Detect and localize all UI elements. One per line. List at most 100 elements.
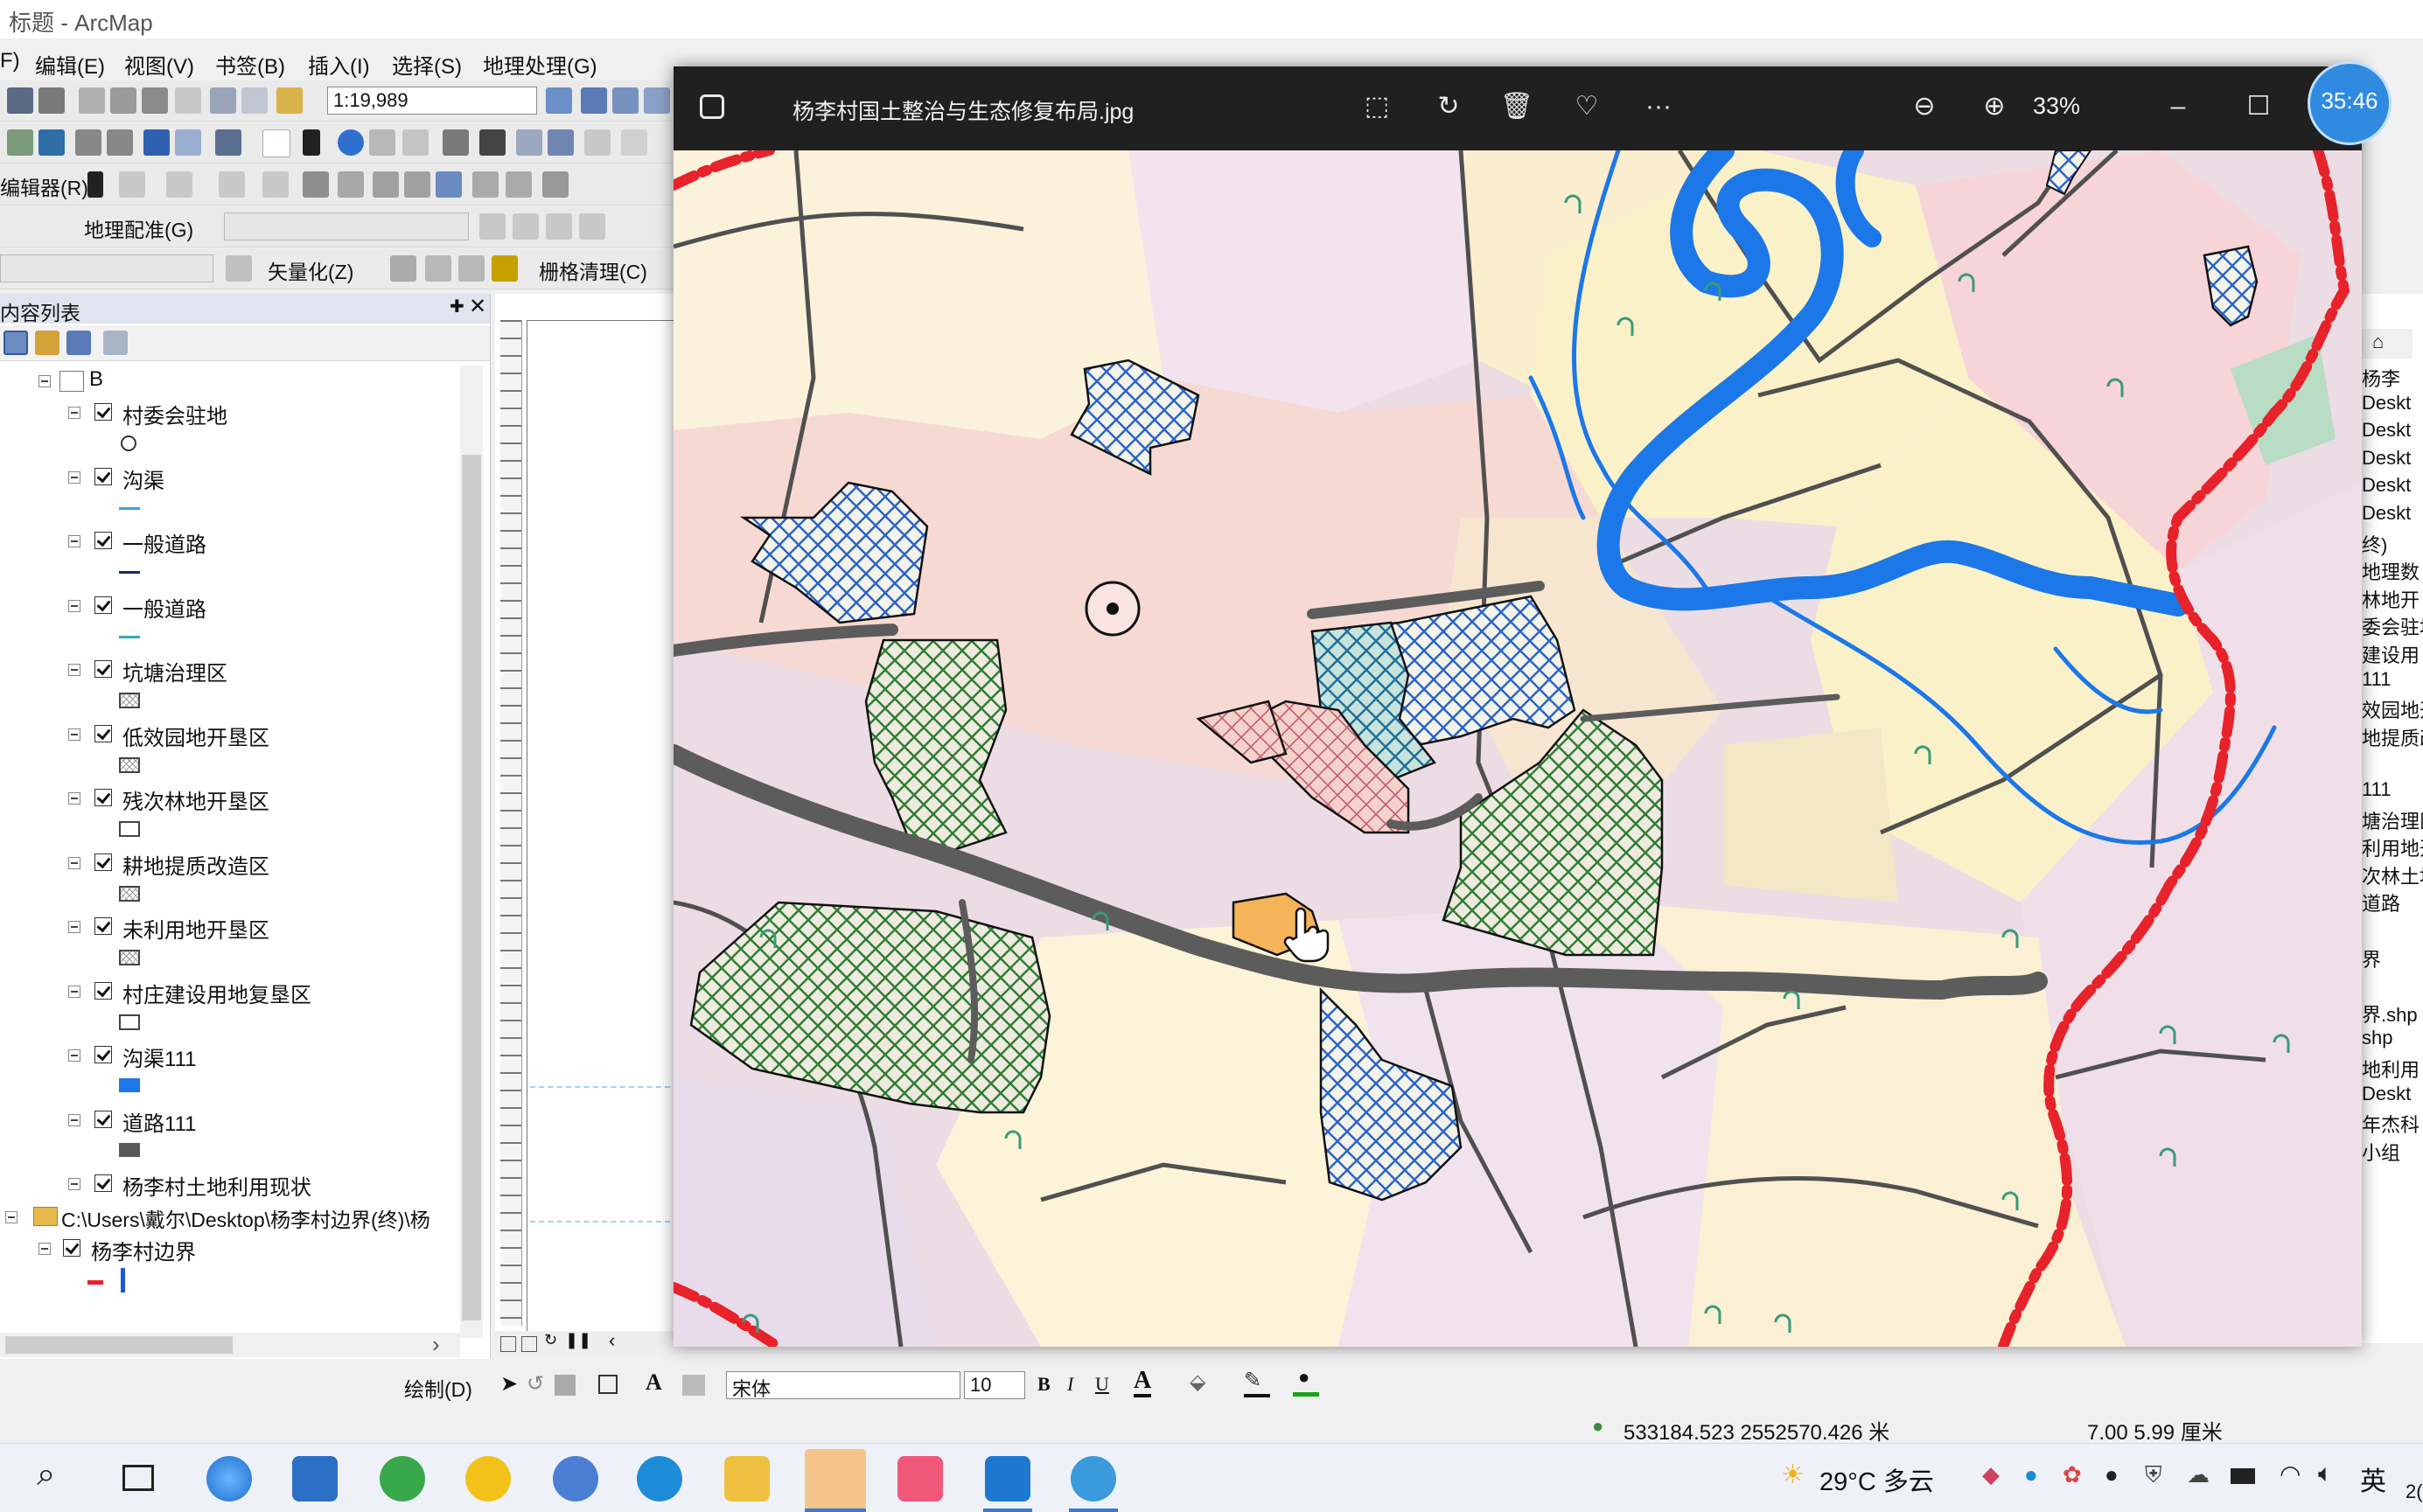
tray-icon[interactable]: ✿ (2063, 1461, 2082, 1488)
globe-icon[interactable] (38, 129, 65, 156)
rotate-element-icon[interactable]: ↺ (527, 1371, 544, 1397)
arcmap-icon[interactable] (1071, 1456, 1116, 1502)
layer-visibility-checkbox[interactable] (94, 917, 112, 935)
line-select-icon[interactable] (425, 255, 451, 282)
catalog-item[interactable]: shp (2362, 1027, 2392, 1049)
shield-icon[interactable]: ⛨ (2145, 1461, 2162, 1489)
refresh-icon[interactable]: ↻ (544, 1331, 557, 1349)
layer-visibility-checkbox[interactable] (94, 724, 112, 742)
search-icon[interactable]: ⌕ (37, 1456, 55, 1494)
maximize-icon[interactable]: ☐ (2239, 87, 2278, 126)
toc-layer[interactable]: 沟渠 (0, 462, 472, 493)
expand-toggle[interactable] (68, 1178, 80, 1190)
scroll-left-icon[interactable]: ‹ (609, 1329, 615, 1352)
html-popup-icon[interactable] (369, 129, 395, 156)
tray-icon[interactable]: ● (2024, 1461, 2038, 1488)
catalog-item[interactable]: 地提质改 (2362, 723, 2423, 751)
catalog-item[interactable]: 杨李 (2362, 364, 2400, 392)
select-features-icon[interactable] (215, 129, 241, 156)
catalog-item[interactable]: Deskt (2362, 1083, 2411, 1105)
raster-paint-icon[interactable] (492, 255, 518, 282)
toc-scroll-thumb[interactable] (462, 455, 481, 1320)
collapse-toggle[interactable] (68, 599, 80, 612)
pencil-icon[interactable] (458, 255, 485, 282)
collapse-toggle[interactable] (68, 1113, 80, 1126)
collapse-toggle[interactable] (68, 1049, 80, 1062)
layer-visibility-checkbox[interactable] (94, 789, 112, 806)
straight-segment-icon[interactable] (166, 171, 192, 198)
split-icon[interactable] (404, 171, 430, 198)
rotate-tool-icon[interactable] (436, 171, 462, 198)
catalog-item[interactable]: 111 (2362, 668, 2391, 691)
trace-icon[interactable] (219, 171, 245, 198)
rectangle-icon[interactable] (598, 1375, 618, 1394)
link-table-icon[interactable] (579, 213, 605, 240)
font-size-combo[interactable]: 10 (964, 1371, 1025, 1399)
collapse-toggle[interactable] (68, 470, 80, 484)
pause-icon[interactable]: ❚❚ (565, 1331, 591, 1349)
toc-group-b[interactable]: B (0, 366, 472, 397)
layer-visibility-checkbox[interactable] (63, 1239, 80, 1257)
toc-layer-boundary[interactable]: 杨李村边界 (0, 1233, 472, 1265)
edit-annotation-icon[interactable] (119, 171, 145, 198)
toc-horizontal-scrollbar[interactable]: › (0, 1331, 460, 1357)
layer-visibility-checkbox[interactable] (94, 532, 112, 549)
delete-tool-icon[interactable] (175, 87, 201, 114)
bilibili-icon[interactable] (897, 1456, 943, 1502)
catalog-item[interactable]: 地理数 (2362, 557, 2420, 585)
print-icon[interactable] (38, 87, 65, 114)
clear-selection-icon[interactable] (262, 129, 290, 157)
zoom-out-icon[interactable]: ⊖ (1905, 87, 1944, 126)
collapse-toggle[interactable] (68, 985, 80, 998)
menu-edit[interactable]: 编辑(E) (35, 49, 105, 80)
ime-indicator[interactable]: 英 (2360, 1460, 2386, 1498)
toc-layer[interactable]: 耕地提质改造区 (0, 847, 472, 879)
toc-layer[interactable]: 村庄建设用地复垦区 (0, 976, 472, 1007)
layer-visibility-checkbox[interactable] (94, 1110, 112, 1128)
editor-toolbar-icon[interactable] (546, 87, 572, 114)
add-data-icon[interactable] (276, 87, 303, 114)
collapse-toggle[interactable] (68, 856, 80, 869)
tray-icon[interactable]: ● (2105, 1461, 2119, 1488)
reshape-icon[interactable] (338, 171, 364, 198)
georeferencing-menu[interactable]: 地理配准(G) (84, 213, 193, 243)
save-icon[interactable] (7, 87, 33, 114)
catalog-item[interactable]: 林地开 (2362, 585, 2420, 613)
catalog-icon[interactable] (612, 87, 639, 114)
collapse-toggle[interactable] (5, 1211, 17, 1223)
catalog-item[interactable]: 年杰科 (2362, 1110, 2420, 1138)
collapse-toggle[interactable] (38, 1243, 51, 1255)
toc-layer[interactable]: 低效园地开垦区 (0, 719, 472, 750)
catalog-item[interactable]: 地利用 (2362, 1055, 2420, 1083)
point-tool-icon[interactable] (262, 171, 289, 198)
menu-view[interactable]: 视图(V) (124, 49, 194, 80)
toc-data-source-path[interactable]: C:\Users\戴尔\Desktop\杨李村边界(终)\杨 (0, 1202, 460, 1233)
mail-icon[interactable] (292, 1456, 338, 1502)
village-committee-marker[interactable] (1085, 581, 1141, 637)
back-icon[interactable] (143, 129, 170, 156)
catalog-item[interactable]: 次林土地 (2362, 861, 2423, 889)
close-icon[interactable]: ✕ (469, 294, 486, 319)
toc-layer[interactable]: 沟渠111 (0, 1040, 472, 1071)
catalog-item[interactable]: 塘治理区 (2362, 806, 2423, 834)
weather-icon[interactable]: ☀ (1781, 1460, 1805, 1490)
app-icon-active[interactable] (805, 1449, 866, 1510)
edit-vertices-draw-icon[interactable] (682, 1375, 705, 1396)
catalog-item[interactable]: 界 (2362, 944, 2381, 972)
redo-icon[interactable] (241, 87, 268, 114)
collapse-toggle[interactable] (38, 375, 51, 387)
scale-combo[interactable]: 1:19,989 (327, 87, 537, 115)
layer-visibility-checkbox[interactable] (94, 1046, 112, 1063)
collapse-toggle[interactable] (68, 664, 80, 676)
italic-button[interactable]: I (1067, 1373, 1073, 1396)
toc-layer[interactable]: 道路111 (0, 1104, 472, 1136)
select-elements-icon[interactable] (303, 129, 320, 156)
edit-image-icon[interactable]: ⬚ (1358, 87, 1396, 126)
catalog-item[interactable]: 界.shp (2362, 1000, 2418, 1028)
bold-button[interactable]: B (1037, 1373, 1051, 1396)
favorite-icon[interactable]: ♡ (1568, 87, 1606, 126)
toc-layer[interactable]: 未利用地开垦区 (0, 911, 472, 943)
cut-icon[interactable] (79, 87, 105, 114)
time-slider-icon[interactable] (584, 129, 611, 156)
catalog-item[interactable]: 建设用 (2362, 640, 2420, 668)
